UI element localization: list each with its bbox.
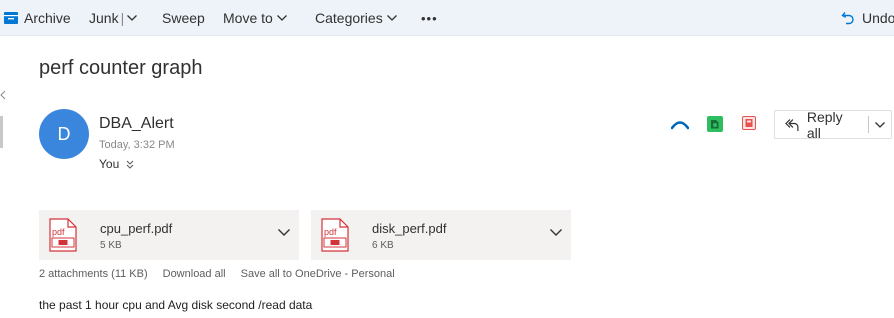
archive-label: Archive	[24, 10, 71, 26]
collapse-caret-icon[interactable]	[0, 90, 6, 100]
move-to-button[interactable]: Move to	[223, 0, 287, 36]
download-all-link[interactable]: Download all	[163, 268, 226, 280]
attachment-name: disk_perf.pdf	[372, 221, 447, 236]
pdf-icon-label: pdf	[52, 227, 65, 237]
pdf-icon: pdf	[49, 218, 77, 252]
avatar-initial: D	[57, 123, 71, 144]
attachment-card[interactable]: pdf disk_perf.pdf 6 KB	[311, 210, 571, 260]
chevron-down-icon[interactable]	[127, 15, 138, 21]
scrollbar-thumb[interactable]	[0, 116, 3, 148]
more-actions-button[interactable]: •••	[421, 0, 438, 36]
command-toolbar: Archive Junk | Sweep Move to Categories …	[0, 0, 894, 36]
undo-label: Undo	[862, 10, 894, 26]
onenote-button[interactable]	[742, 116, 756, 135]
undo-button[interactable]: Undo	[841, 0, 894, 36]
expand-recipients-icon[interactable]	[126, 160, 134, 169]
recipient-you[interactable]: You	[99, 157, 119, 171]
more-icon: •••	[421, 10, 438, 26]
junk-button[interactable]: Junk |	[89, 0, 138, 36]
attachment-card[interactable]: pdf cpu_perf.pdf 5 KB	[39, 210, 299, 260]
message-body: the past 1 hour cpu and Avg disk second …	[39, 298, 313, 312]
junk-separator: |	[120, 10, 125, 26]
like-button[interactable]	[670, 117, 690, 135]
avatar[interactable]: D	[39, 109, 89, 159]
junk-label: Junk	[89, 10, 119, 26]
move-to-label: Move to	[223, 10, 273, 26]
onenote-icon	[742, 116, 756, 130]
like-arc-icon	[670, 121, 690, 130]
reply-all-button[interactable]: Reply all	[775, 108, 860, 141]
categories-label: Categories	[315, 10, 383, 26]
save-to-onedrive-link[interactable]: Save all to OneDrive - Personal	[241, 268, 395, 280]
attachment-name: cpu_perf.pdf	[100, 221, 173, 236]
chevron-down-icon[interactable]	[550, 229, 562, 236]
pdf-icon-label: pdf	[324, 227, 337, 237]
message-subject: perf counter graph	[39, 57, 203, 79]
recipients-line: You	[99, 157, 134, 171]
attachment-size: 5 KB	[100, 240, 122, 251]
chevron-down-icon	[386, 15, 397, 21]
reply-options-button[interactable]	[869, 111, 891, 138]
pdf-icon: pdf	[321, 218, 349, 252]
chevron-down-icon[interactable]	[278, 229, 290, 236]
reply-all-label: Reply all	[806, 108, 843, 141]
sender-name[interactable]: DBA_Alert	[99, 115, 174, 133]
attachments-count: 2 attachments (11 KB)	[39, 268, 148, 280]
reply-all-icon	[785, 118, 799, 131]
archive-button[interactable]: Archive	[3, 0, 71, 36]
evernote-button[interactable]	[707, 116, 723, 137]
reply-all-group: Reply all	[774, 108, 892, 141]
archive-icon	[4, 12, 18, 24]
sent-timestamp: Today, 3:32 PM	[99, 139, 175, 151]
attachments-summary: 2 attachments (11 KB) Download all Save …	[39, 268, 395, 280]
chevron-down-icon	[276, 15, 287, 21]
sweep-label: Sweep	[162, 10, 205, 26]
chevron-down-icon	[875, 121, 886, 128]
sweep-button[interactable]: Sweep	[162, 0, 205, 36]
undo-icon	[841, 12, 854, 25]
attachment-size: 6 KB	[372, 240, 394, 251]
evernote-icon	[707, 116, 723, 132]
categories-button[interactable]: Categories	[315, 0, 397, 36]
